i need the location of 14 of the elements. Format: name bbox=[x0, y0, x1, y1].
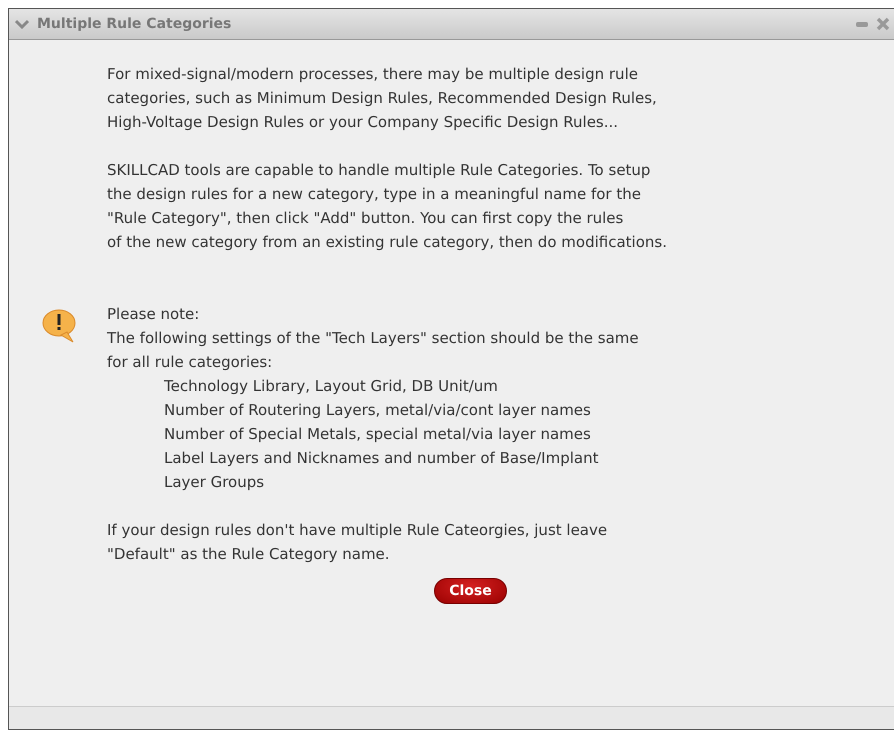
minimize-icon[interactable] bbox=[856, 20, 868, 28]
chevron-down-icon[interactable] bbox=[15, 19, 29, 29]
note-text: The following settings of the "Tech Layers" section should be the same for all rule categories: bbox=[107, 328, 639, 373]
window-title: Multiple Rule Categories bbox=[37, 16, 232, 32]
setting-item: Number of Routering Layers, metal/via/cont layer names bbox=[164, 400, 592, 421]
note-heading: Please note: bbox=[107, 304, 200, 325]
info-paragraph: SKILLCAD tools are capable to handle multiple Rule Categories. To setup the design rules for a new category, type in a meaningful name for the "Rule Category", then click "Add" button. You can first copy the rules of the new category from an existing rule category, then do modifications. bbox=[107, 160, 668, 253]
info-paragraph: If your design rules don't have multiple Rule Cateorgies, just leave "Default" as the Rule Category name. bbox=[107, 520, 608, 565]
setting-item: Technology Library, Layout Grid, DB Unit/um bbox=[164, 376, 499, 397]
close-button[interactable]: Close bbox=[434, 578, 507, 604]
close-icon[interactable] bbox=[876, 17, 890, 31]
setting-item: Label Layers and Nicknames and number of Base/Implant Layer Groups bbox=[164, 448, 600, 493]
info-paragraph: For mixed-signal/modern processes, there may be multiple design rule categories, such as Minimum Design Rules, Recommended Design Rules, High-Voltage Design Rules or your Company Specific Design Rules... bbox=[107, 64, 658, 133]
setting-item: Number of Special Metals, special metal/via layer names bbox=[164, 424, 592, 445]
